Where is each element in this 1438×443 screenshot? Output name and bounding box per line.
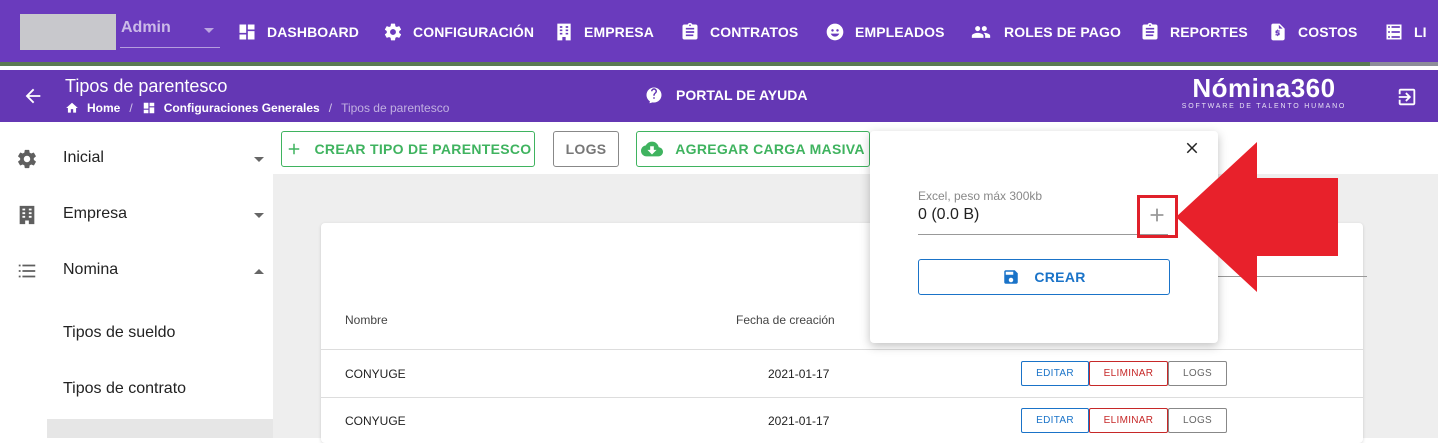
- logout-icon[interactable]: [1396, 86, 1418, 108]
- logo-subtitle: SOFTWARE DE TALENTO HUMANO: [1181, 103, 1347, 110]
- logs-label: LOGS: [565, 141, 607, 157]
- create-parentesco-button[interactable]: CREAR TIPO DE PARENTESCO: [281, 131, 535, 167]
- nav-roles-de-pago-label: ROLES DE PAGO: [1004, 24, 1121, 40]
- sidebar-subitem-tipos-de-contrato[interactable]: Tipos de contrato: [0, 362, 273, 418]
- list-icon: [1386, 24, 1402, 40]
- sidebar-item-empresa[interactable]: Empresa: [0, 187, 273, 243]
- bulk-upload-button[interactable]: AGREGAR CARGA MASIVA: [636, 131, 870, 167]
- file-input[interactable]: 0 (0.0 B): [918, 206, 979, 224]
- breadcrumb-current: Tipos de parentesco: [341, 101, 450, 115]
- sidebar-item-nomina[interactable]: Nomina: [0, 243, 273, 299]
- logo-main: Nómina360: [1192, 73, 1336, 103]
- gear-icon: [384, 23, 402, 41]
- edit-button[interactable]: EDITAR: [1021, 361, 1089, 386]
- clipboard-icon: [682, 22, 698, 40]
- breadcrumb-configuraciones[interactable]: Configuraciones Generales: [164, 101, 320, 115]
- nav-empleados-label: EMPLEADOS: [855, 24, 945, 40]
- nav-roles-de-pago[interactable]: ROLES DE PAGO: [968, 20, 1121, 44]
- sidebar-item-label: Nomina: [63, 261, 119, 278]
- clipboard-icon: [1142, 22, 1158, 40]
- sidebar-subitem-label: Tipos de sueldo: [63, 324, 176, 341]
- chevron-down-icon: [204, 28, 214, 33]
- gear-icon: [18, 149, 36, 169]
- logo: Nómina360 SOFTWARE DE TALENTO HUMANO: [1172, 74, 1356, 118]
- user-name: Admin: [121, 19, 171, 36]
- nav-contratos[interactable]: CONTRATOS: [680, 20, 798, 44]
- file-input-label: Excel, peso máx 300kb: [918, 189, 1043, 203]
- cell-nombre: CONYUGE: [345, 367, 406, 381]
- sidebar-subitem-active[interactable]: [47, 419, 273, 438]
- row-divider: [321, 397, 1363, 398]
- nav-dashboard-label: DASHBOARD: [267, 24, 359, 40]
- plus-icon: [288, 143, 299, 155]
- nav-empleados[interactable]: EMPLEADOS: [825, 20, 945, 44]
- delete-button[interactable]: ELIMINAR: [1089, 361, 1168, 386]
- nav-empresa[interactable]: EMPRESA: [554, 20, 654, 44]
- chevron-down-icon: [254, 157, 264, 162]
- nav-empresa-label: EMPRESA: [584, 24, 654, 40]
- dashboard-icon: [143, 102, 154, 114]
- building-icon: [557, 23, 571, 41]
- home-icon: [66, 102, 78, 113]
- help-portal-link[interactable]: PORTAL DE AYUDA: [645, 86, 807, 104]
- breadcrumb-home[interactable]: Home: [87, 101, 120, 115]
- sidebar: Inicial Empresa Nomina Tipos de sueldo T…: [0, 122, 273, 438]
- edit-button[interactable]: EDITAR: [1021, 408, 1089, 433]
- bulk-upload-label: AGREGAR CARGA MASIVA: [675, 141, 865, 157]
- page-title: Tipos de parentesco: [65, 76, 228, 96]
- create-parentesco-label: CREAR TIPO DE PARENTESCO: [314, 141, 532, 157]
- avatar[interactable]: [20, 14, 116, 50]
- row-logs-button[interactable]: LOGS: [1168, 361, 1227, 386]
- cell-nombre: CONYUGE: [345, 414, 406, 428]
- chevron-down-icon: [254, 213, 264, 218]
- cell-fecha: 2021-01-17: [768, 414, 830, 428]
- nav-dashboard[interactable]: DASHBOARD: [237, 20, 359, 44]
- cloud-download-icon: [641, 141, 664, 157]
- row-divider: [321, 349, 1363, 350]
- breadcrumb-separator: /: [328, 101, 333, 115]
- nav-configuracion[interactable]: CONFIGURACIÓN: [383, 20, 534, 44]
- nav-costos[interactable]: COSTOS: [1268, 20, 1357, 44]
- sidebar-item-label: Inicial: [63, 149, 104, 166]
- face-icon: [826, 23, 844, 41]
- sidebar-item-inicial[interactable]: Inicial: [0, 131, 273, 187]
- user-select[interactable]: Admin: [120, 14, 220, 48]
- sidebar-subitem-label: Tipos de contrato: [63, 380, 187, 397]
- building-icon: [19, 205, 35, 225]
- people-icon: [971, 26, 991, 38]
- breadcrumb: Home / Configuraciones Generales / Tipos…: [65, 100, 449, 116]
- dashboard-icon: [239, 24, 255, 40]
- chevron-up-icon: [254, 269, 264, 274]
- list-icon: [18, 264, 36, 278]
- top-navbar-border: [0, 62, 1438, 66]
- back-arrow-icon[interactable]: [22, 85, 44, 107]
- sidebar-item-label: Empresa: [63, 205, 128, 222]
- row-logs-button[interactable]: LOGS: [1168, 408, 1227, 433]
- help-label: PORTAL DE AYUDA: [676, 87, 808, 103]
- nav-li[interactable]: LI: [1384, 20, 1427, 44]
- red-arrow-annotation: [1176, 142, 1338, 292]
- delete-button[interactable]: ELIMINAR: [1089, 408, 1168, 433]
- nav-contratos-label: CONTRATOS: [710, 24, 799, 40]
- cell-fecha: 2021-01-17: [768, 367, 830, 381]
- sidebar-subitem-tipos-de-sueldo[interactable]: Tipos de sueldo: [0, 306, 273, 362]
- invoice-icon: [1271, 23, 1285, 41]
- popup-create-button[interactable]: CREAR: [918, 259, 1170, 295]
- breadcrumb-separator: /: [129, 101, 133, 115]
- popup-create-label: CREAR: [1034, 269, 1086, 285]
- logs-button[interactable]: LOGS: [553, 131, 619, 167]
- nav-reportes-label: REPORTES: [1170, 24, 1248, 40]
- column-header-fecha[interactable]: Fecha de creación: [736, 313, 835, 327]
- nav-reportes[interactable]: REPORTES: [1140, 20, 1248, 44]
- help-icon: [646, 87, 662, 104]
- nav-li-label: LI: [1414, 24, 1427, 40]
- nav-configuracion-label: CONFIGURACIÓN: [413, 24, 535, 40]
- save-icon: [1004, 270, 1019, 284]
- nav-costos-label: COSTOS: [1298, 24, 1358, 40]
- column-header-nombre[interactable]: Nombre: [345, 313, 388, 327]
- file-input-underline: [918, 234, 1168, 235]
